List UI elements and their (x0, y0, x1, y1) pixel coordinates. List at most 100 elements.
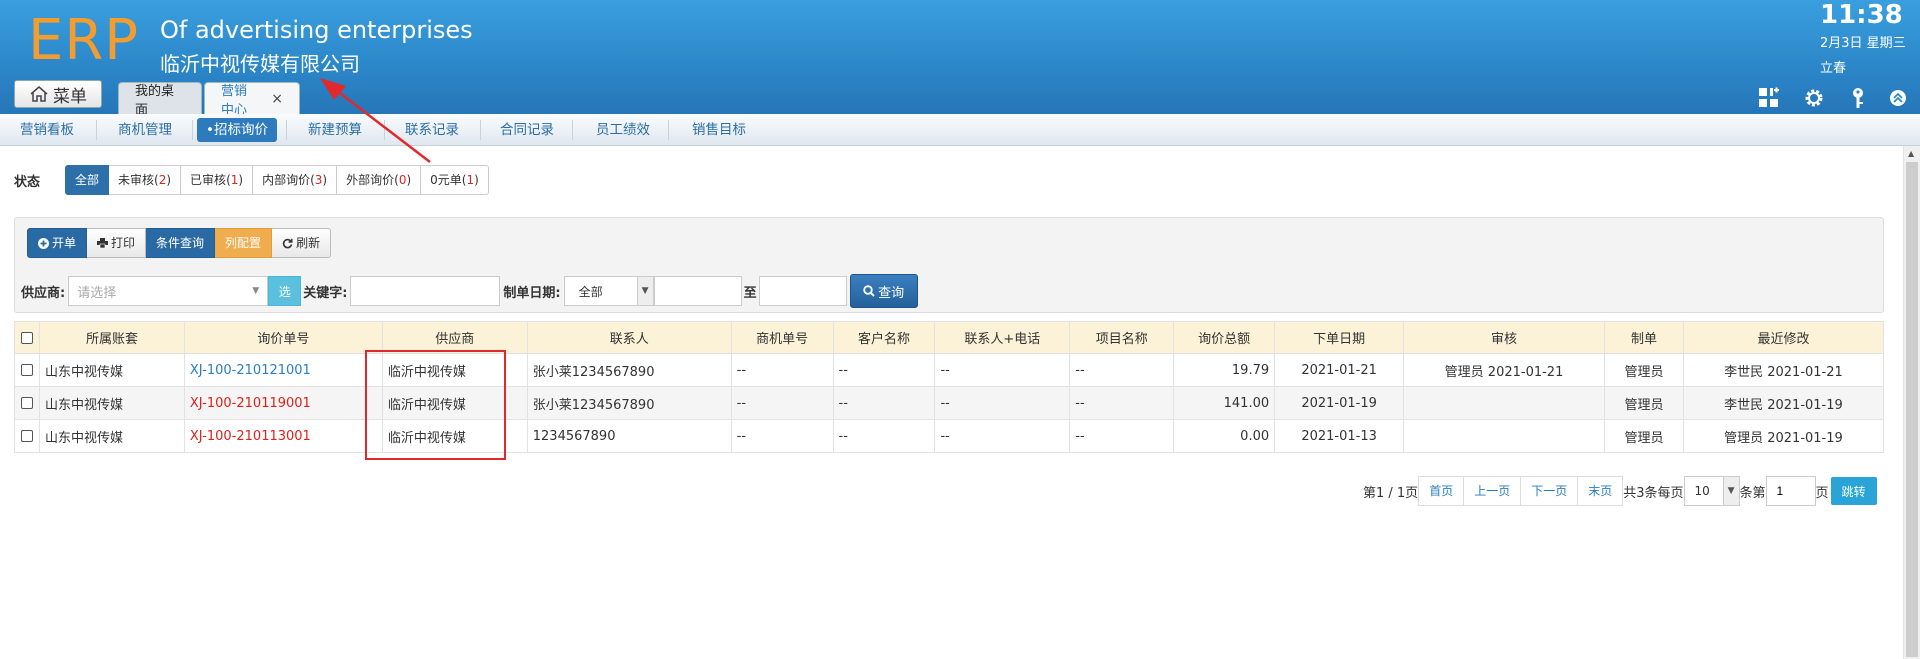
scroll-up-icon[interactable]: ▲ (1908, 149, 1914, 158)
button-label: 条件查询 (156, 236, 205, 250)
divider (572, 120, 573, 140)
modified-cell: 李世民 2021-01-19 (1682, 386, 1885, 420)
query-button[interactable]: 查询 (849, 274, 918, 308)
print-button[interactable]: 打印 (87, 228, 147, 258)
column-header[interactable]: 询价单号 (183, 321, 383, 354)
date-start-input[interactable] (653, 276, 742, 306)
subnav-item-sales-targets[interactable]: 销售目标 (686, 118, 752, 142)
tab-my-desktop[interactable]: 我的桌面 (118, 82, 202, 118)
page-number-input[interactable] (1765, 476, 1816, 506)
creator-cell: 管理员 (1603, 386, 1684, 420)
row-checkbox[interactable] (20, 397, 33, 409)
clock-date: 2月3日 星期三 (1820, 36, 1906, 51)
tab-marketing-center[interactable]: 营销中心 × (204, 82, 300, 118)
date-end-input[interactable] (758, 276, 847, 306)
filter-count: 1 (466, 173, 475, 187)
subnav-item-contracts[interactable]: 合同记录 (494, 118, 560, 142)
contact-phone-cell: -- (934, 419, 1071, 453)
printer-icon (97, 238, 109, 248)
modified-cell: 李世民 2021-01-21 (1682, 353, 1885, 387)
order-no-link[interactable]: XJ-100-210113001 (183, 419, 383, 453)
subnav-item-tender-inquiry[interactable]: •招标询价 (197, 118, 277, 142)
refresh-button[interactable]: 刷新 (272, 228, 332, 258)
status-filter-unaudited[interactable]: 未审核(2) (109, 165, 182, 195)
jump-button[interactable]: 跳转 (1830, 477, 1877, 505)
keyword-label: 关键字: (303, 285, 348, 301)
gear-icon[interactable] (1802, 86, 1826, 110)
status-filter-audited[interactable]: 已审核(1) (181, 165, 254, 195)
contact-phone-cell: -- (934, 353, 1071, 387)
column-header[interactable]: 最近修改 (1682, 321, 1885, 354)
vertical-scrollbar[interactable]: ▲ (1903, 146, 1920, 659)
customer-cell: -- (832, 419, 936, 453)
column-header[interactable]: 客户名称 (832, 321, 936, 354)
select-all-checkbox[interactable] (20, 331, 33, 344)
page-size-select[interactable]: 10 ▼ (1683, 476, 1740, 506)
total-count-text: 共3条每页 (1623, 485, 1684, 501)
search-icon (863, 285, 875, 297)
menu-button[interactable]: 菜单 (14, 80, 102, 108)
condition-query-button[interactable]: 条件查询 (146, 228, 216, 258)
subnav-item-staff-performance[interactable]: 员工绩效 (590, 118, 656, 142)
subnav-item-dashboard[interactable]: 营销看板 (14, 118, 80, 142)
row-select-cell (14, 386, 40, 420)
row-checkbox[interactable] (20, 364, 33, 376)
supplier-select[interactable]: 请选择 ▼ (68, 276, 269, 306)
search-panel: 开单 打印 条件查询 列配置 刷新 供应商: 请选择 ▼ 选 关键字: 制单日期… (14, 217, 1884, 313)
chevron-down-icon: ▼ (636, 277, 653, 305)
filter-label: 外部询价 (346, 173, 395, 187)
last-page-button[interactable]: 末页 (1578, 476, 1624, 506)
column-header[interactable]: 询价总额 (1173, 321, 1276, 354)
row-checkbox[interactable] (20, 430, 33, 442)
divider (286, 120, 287, 140)
subnav-item-opportunities[interactable]: 商机管理 (112, 118, 178, 142)
opportunity-no-cell: -- (730, 419, 834, 453)
key-icon[interactable] (1846, 86, 1870, 110)
table-row[interactable]: 山东中视传媒 XJ-100-210121001 临沂中视传媒 张小莱123456… (14, 353, 1885, 387)
next-page-button[interactable]: 下一页 (1521, 476, 1579, 506)
clock-time: 11:38 (1820, 0, 1903, 30)
account-cell: 山东中视传媒 (38, 386, 185, 420)
contact-phone-cell: -- (934, 386, 1071, 420)
close-icon[interactable]: × (271, 91, 283, 107)
erp-logo: ERP (28, 8, 140, 73)
contact-cell: 张小莱1234567890 (526, 353, 732, 387)
project-cell: -- (1069, 386, 1175, 420)
account-cell: 山东中视传媒 (38, 419, 185, 453)
column-header[interactable]: 联系人 (526, 321, 732, 354)
collapse-icon[interactable] (1886, 86, 1910, 110)
column-config-button[interactable]: 列配置 (215, 228, 273, 258)
table-row[interactable]: 山东中视传媒 XJ-100-210119001 临沂中视传媒 张小莱123456… (14, 386, 1885, 420)
divider (480, 120, 481, 140)
table-header-row: 所属账套 询价单号 供应商 联系人 商机单号 客户名称 联系人+电话 项目名称 … (14, 321, 1885, 354)
column-header[interactable]: 商机单号 (730, 321, 834, 354)
first-page-button[interactable]: 首页 (1418, 476, 1465, 506)
page-info: 第1 / 1页 (1363, 485, 1419, 501)
table-row[interactable]: 山东中视传媒 XJ-100-210113001 临沂中视传媒 123456789… (14, 419, 1885, 453)
column-header[interactable]: 下单日期 (1274, 321, 1405, 354)
annotation-highlight-box (365, 350, 506, 460)
date-range-select[interactable]: 全部 ▼ (563, 276, 654, 306)
filter-label: 已审核 (190, 173, 227, 187)
column-header[interactable]: 联系人+电话 (934, 321, 1071, 354)
divider (192, 120, 193, 140)
keyword-input[interactable] (350, 276, 501, 306)
column-header[interactable]: 供应商 (381, 321, 528, 354)
order-no-link[interactable]: XJ-100-210119001 (183, 386, 383, 420)
column-header[interactable]: 所属账套 (38, 321, 185, 354)
chevron-down-icon: ▼ (1722, 477, 1739, 505)
order-no-link[interactable]: XJ-100-210121001 (183, 353, 383, 387)
column-header[interactable]: 制单 (1603, 321, 1684, 354)
filter-count: 1 (230, 173, 239, 187)
column-header[interactable]: 审核 (1403, 321, 1605, 354)
status-filter-all[interactable]: 全部 (65, 165, 110, 195)
new-order-button[interactable]: 开单 (27, 228, 88, 258)
prev-page-button[interactable]: 上一页 (1464, 476, 1522, 506)
apps-icon[interactable] (1757, 86, 1781, 110)
scrollbar-thumb[interactable] (1906, 162, 1918, 657)
supplier-label: 供应商: (21, 285, 66, 301)
column-header[interactable]: 项目名称 (1069, 321, 1175, 354)
page-unit-text: 页 (1815, 485, 1829, 501)
pick-supplier-button[interactable]: 选 (268, 276, 302, 306)
status-label: 状态 (14, 175, 41, 190)
